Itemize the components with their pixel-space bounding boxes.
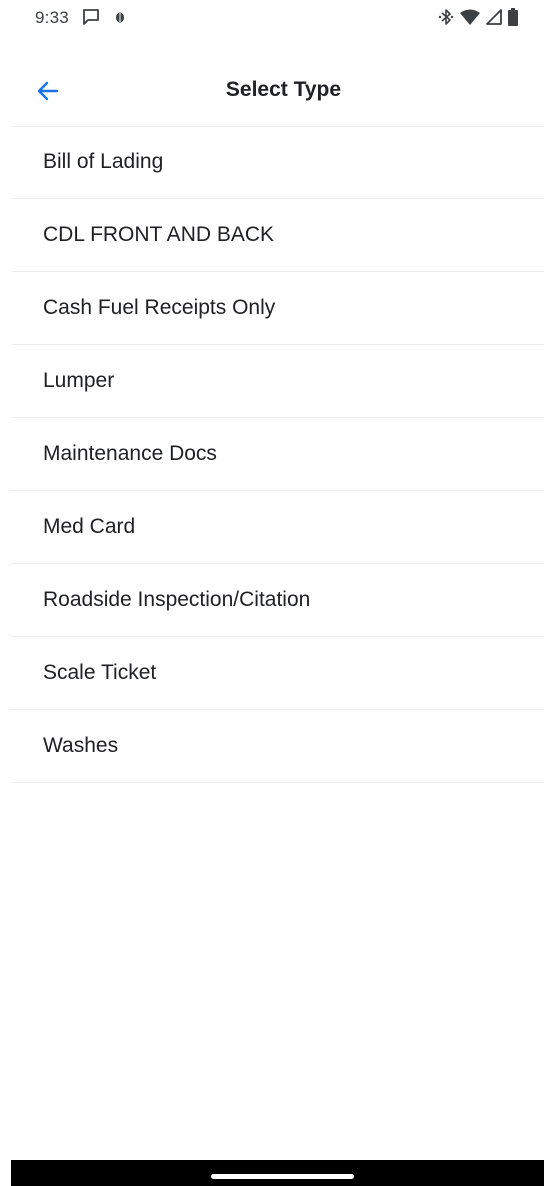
app-bar: Select Type [11, 54, 544, 127]
status-bar: 9:33 [0, 0, 544, 36]
type-list: Bill of Lading CDL FRONT AND BACK Cash F… [11, 126, 544, 783]
status-time: 9:33 [35, 8, 69, 27]
type-item-washes[interactable]: Washes [11, 710, 544, 783]
type-item-label: Med Card [43, 515, 136, 538]
chat-notification-icon [82, 8, 100, 26]
type-item-label: Roadside Inspection/Citation [43, 588, 311, 611]
type-item-med-card[interactable]: Med Card [11, 491, 544, 564]
status-notification-icons [82, 8, 126, 26]
type-item-scale-ticket[interactable]: Scale Ticket [11, 637, 544, 710]
type-item-label: Scale Ticket [43, 661, 157, 684]
cell-signal-icon [486, 9, 502, 25]
type-item-label: Cash Fuel Receipts Only [43, 296, 276, 319]
type-item-maintenance-docs[interactable]: Maintenance Docs [11, 418, 544, 491]
type-item-label: Lumper [43, 369, 115, 392]
type-item-roadside-inspection-citation[interactable]: Roadside Inspection/Citation [11, 564, 544, 637]
type-item-label: Bill of Lading [43, 150, 164, 173]
status-system-icons [438, 8, 518, 26]
page-title: Select Type [225, 78, 342, 101]
type-item-cdl-front-and-back[interactable]: CDL FRONT AND BACK [11, 199, 544, 272]
home-gesture-handle[interactable] [211, 1174, 354, 1179]
select-type-screen: 9:33 Select Type Bill of Lading CDL FRON… [0, 0, 544, 1186]
wifi-icon [460, 9, 480, 25]
system-navigation-bar [11, 1160, 544, 1186]
type-item-bill-of-lading[interactable]: Bill of Lading [11, 126, 544, 199]
battery-icon [508, 8, 518, 26]
type-item-label: CDL FRONT AND BACK [43, 223, 275, 246]
type-item-cash-fuel-receipts-only[interactable]: Cash Fuel Receipts Only [11, 272, 544, 345]
type-item-label: Washes [43, 734, 119, 757]
bluetooth-icon [438, 8, 454, 26]
type-item-label: Maintenance Docs [43, 442, 217, 465]
bug-notification-icon [114, 10, 126, 24]
type-item-lumper[interactable]: Lumper [11, 345, 544, 418]
